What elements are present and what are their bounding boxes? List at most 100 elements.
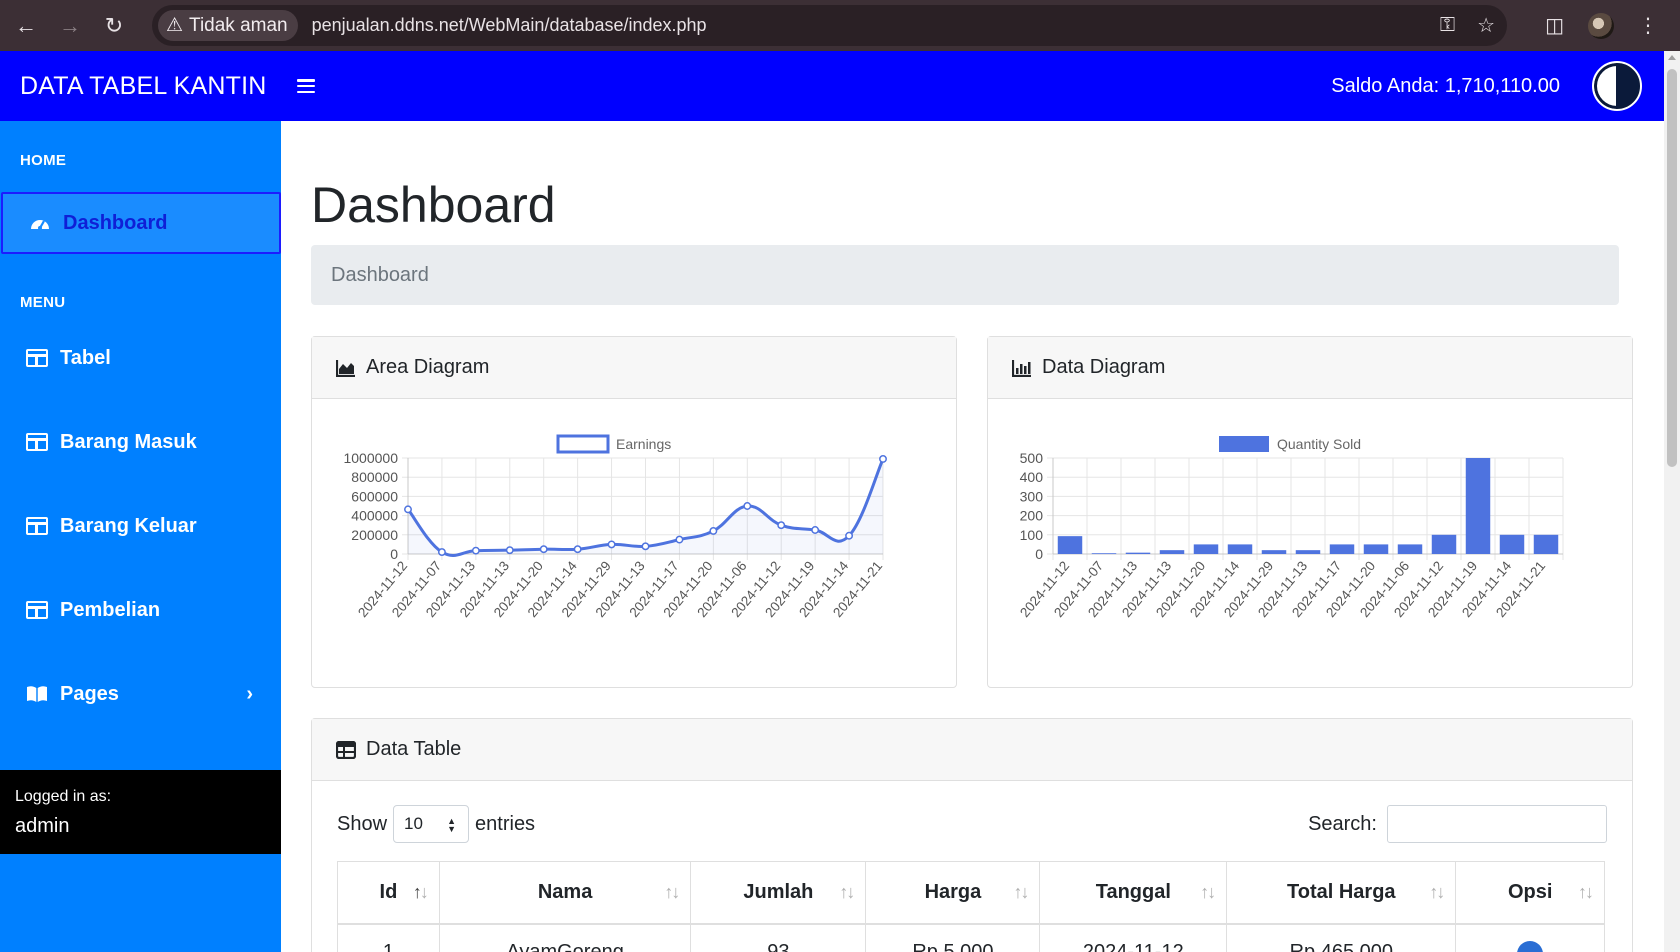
show-label: Show (337, 812, 388, 835)
cell-total-harga: Rp 465,000 (1226, 923, 1457, 952)
address-bar[interactable]: ⚠ Tidak aman penjualan.ddns.net/WebMain/… (152, 5, 1507, 46)
table-icon (26, 517, 48, 535)
bar (1091, 553, 1117, 555)
security-chip[interactable]: ⚠ Tidak aman (158, 10, 298, 41)
sidebar: HOME Dashboard MENU Tabel Barang Masuk B… (0, 121, 281, 952)
y-tick-label: 600000 (351, 488, 398, 504)
breadcrumb: Dashboard (311, 245, 1619, 305)
brand-title[interactable]: DATA TABEL KANTIN (20, 72, 267, 101)
password-key-icon[interactable]: ⚿ (1440, 14, 1455, 37)
entries-select[interactable]: 10 ▲ ▼ (393, 805, 470, 843)
cell-harga: Rp 5,000 (865, 923, 1041, 952)
sidebar-item-label: Barang Keluar (60, 514, 197, 537)
table-icon (26, 601, 48, 619)
column-header-id[interactable]: Id ↑↓ (337, 861, 440, 925)
entries-label: entries (475, 812, 536, 835)
page-scrollbar[interactable] (1664, 51, 1680, 952)
legend-label: Quantity Sold (1277, 436, 1361, 452)
data-diagram-card: Data Diagram Quantity Sold 0 100 200 300 400 5… (987, 336, 1633, 688)
bar (1533, 534, 1559, 554)
sidebar-item-barang-masuk[interactable]: Barang Masuk (0, 411, 281, 473)
warning-icon: ⚠ (166, 15, 184, 36)
area-chart: Earnings02000004000006000008000001000000… (343, 434, 887, 620)
data-point (641, 542, 650, 551)
sidebar-item-dashboard[interactable]: Dashboard (1, 192, 281, 254)
table-header-row: Id ↑↓ Nama ↑↓ Jumlah ↑↓ Harga ↑↓ Tanggal ↑↓ T… (337, 861, 1605, 925)
y-tick-label: 400 (1020, 469, 1044, 485)
cell-nama: AyamGoreng (438, 923, 692, 952)
y-tick-label: 100 (1020, 527, 1044, 543)
table-search: Search: (1308, 805, 1607, 843)
page-title: Dashboard (311, 177, 556, 233)
extensions-icon[interactable]: ◫ (1545, 13, 1564, 38)
sidebar-item-tabel[interactable]: Tabel (0, 327, 281, 389)
column-header-opsi[interactable]: Opsi ↑↓ (1455, 861, 1605, 925)
data-point (709, 527, 718, 535)
bar (1363, 544, 1389, 554)
bar (1329, 544, 1355, 554)
sidebar-item-label: Pembelian (60, 598, 161, 621)
book-open-icon (27, 686, 47, 702)
bar-chart: Quantity Sold01002003004005002024-11-122… (1017, 436, 1564, 620)
browser-menu-icon[interactable]: ⋮ (1638, 13, 1658, 38)
breadcrumb-item: Dashboard (331, 263, 429, 286)
sidebar-item-pages[interactable]: Pages › (0, 663, 281, 725)
search-label: Search: (1308, 812, 1377, 835)
column-header-total-harga[interactable]: Total Harga ↑↓ (1226, 861, 1457, 925)
entries-value: 10 (404, 814, 423, 833)
scroll-up-icon[interactable] (1668, 55, 1676, 60)
entries-control: Show 10 ▲ ▼ entries (337, 805, 535, 843)
bar (1465, 458, 1491, 554)
sort-icon: ↑↓ (839, 882, 855, 902)
sort-icon: ↑↓ (412, 882, 429, 902)
profile-avatar[interactable] (1588, 12, 1614, 39)
logged-in-label: Logged in as: (15, 788, 112, 805)
table-icon (336, 740, 356, 759)
search-input[interactable] (1387, 805, 1607, 843)
y-tick-label: 1000000 (343, 450, 398, 466)
data-point (743, 502, 752, 510)
security-label: Tidak aman (189, 14, 288, 36)
sidebar-toggle-icon[interactable] (296, 79, 315, 93)
sidebar-item-barang-keluar[interactable]: Barang Keluar (0, 495, 281, 557)
top-navbar: DATA TABEL KANTIN Saldo Anda: 1,710,110.… (0, 51, 1680, 121)
reload-icon[interactable]: ↻ (92, 4, 136, 48)
bar (1159, 550, 1185, 554)
data-point (539, 545, 548, 554)
saldo-text: Saldo Anda: 1,710,110.00 (1331, 74, 1560, 97)
url-text[interactable]: penjualan.ddns.net/WebMain/database/inde… (312, 15, 707, 36)
browser-toolbar: ← → ↻ ⚠ Tidak aman penjualan.ddns.net/We… (0, 0, 1680, 51)
area-diagram-card: Area Diagram Earnings 0 200000 400000 600000… (311, 336, 957, 688)
user-avatar[interactable] (1592, 61, 1642, 111)
cell-id: 1 (337, 923, 440, 952)
bar (1227, 544, 1253, 554)
sidebar-heading-home: HOME (20, 152, 67, 169)
legend-label: Earnings (616, 436, 671, 452)
column-header-tanggal[interactable]: Tanggal ↑↓ (1039, 861, 1228, 925)
card-header: Area Diagram (312, 337, 956, 399)
legend-swatch (556, 434, 610, 454)
sidebar-item-pembelian[interactable]: Pembelian (0, 579, 281, 641)
data-point (777, 521, 786, 530)
logged-in-panel: Logged in as: admin (0, 770, 281, 854)
sidebar-item-label: Barang Masuk (60, 430, 197, 453)
bar (1397, 544, 1423, 554)
sort-icon: ↑↓ (1578, 882, 1594, 902)
legend-swatch (1219, 436, 1269, 452)
scroll-thumb[interactable] (1667, 69, 1677, 467)
back-icon[interactable]: ← (4, 4, 48, 48)
sidebar-item-label: Dashboard (63, 211, 168, 234)
main-content: Dashboard Dashboard Area Diagram Earning… (281, 121, 1664, 952)
forward-icon[interactable]: → (48, 4, 92, 48)
column-header-jumlah[interactable]: Jumlah ↑↓ (690, 861, 867, 925)
column-header-harga[interactable]: Harga ↑↓ (865, 861, 1041, 925)
bar (1057, 536, 1083, 554)
bookmark-star-icon[interactable]: ☆ (1477, 13, 1495, 38)
data-point (879, 455, 887, 463)
chart-legend: Quantity Sold (1219, 436, 1361, 452)
data-point (573, 545, 582, 554)
cell-tanggal: 2024-11-12 (1039, 923, 1228, 952)
logged-in-user: admin (15, 815, 70, 837)
column-header-nama[interactable]: Nama ↑↓ (438, 861, 692, 925)
action-button[interactable] (1517, 940, 1544, 952)
